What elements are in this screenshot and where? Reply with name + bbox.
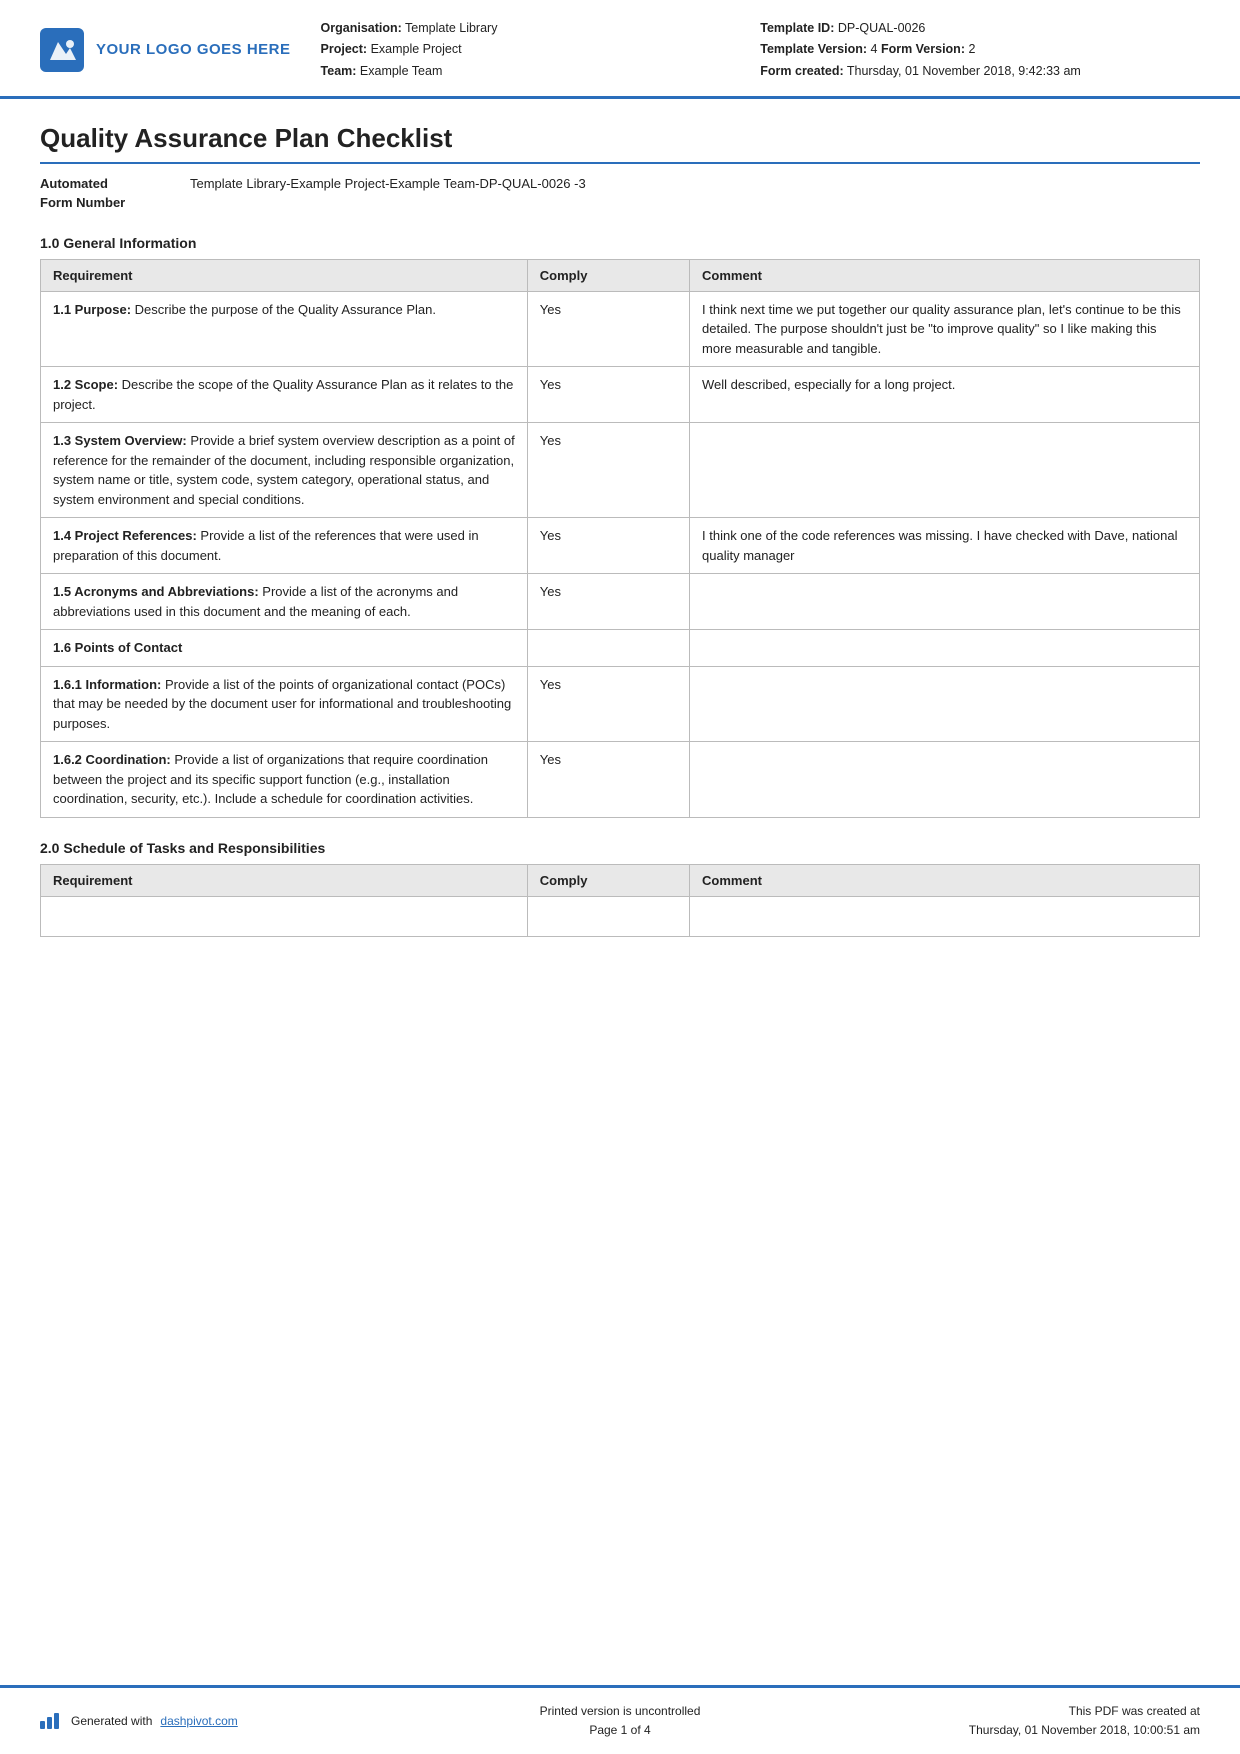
- col-header-comment: Comment: [690, 259, 1200, 291]
- col2-header-comment: Comment: [690, 864, 1200, 896]
- form-number-value: Template Library-Example Project-Example…: [190, 174, 586, 194]
- bar2: [47, 1717, 52, 1729]
- org-row: Organisation: Template Library: [321, 18, 761, 39]
- comply-cell: Yes: [527, 423, 689, 518]
- comment-cell: I think next time we put together our qu…: [690, 291, 1200, 367]
- table-row: [41, 896, 1200, 936]
- req-cell: 1.6.1 Information: Provide a list of the…: [41, 666, 528, 742]
- empty-comply: [527, 896, 689, 936]
- project-label: Project:: [321, 42, 368, 56]
- table2-header-row: Requirement Comply Comment: [41, 864, 1200, 896]
- comment-cell: [690, 630, 1200, 667]
- logo-area: YOUR LOGO GOES HERE: [40, 18, 291, 82]
- comment-cell: [690, 666, 1200, 742]
- table-row: 1.6 Points of Contact: [41, 630, 1200, 667]
- section2-table: Requirement Comply Comment: [40, 864, 1200, 937]
- team-row: Team: Example Team: [321, 61, 761, 82]
- comment-cell: [690, 742, 1200, 818]
- print-line1: Printed version is uncontrolled: [427, 1702, 814, 1721]
- section1-title: 1.0 General Information: [40, 235, 1200, 251]
- comment-cell: I think one of the code references was m…: [690, 518, 1200, 574]
- dashpivot-logo-icon: [40, 1713, 59, 1729]
- comply-cell: [527, 630, 689, 667]
- print-line2: Page 1 of 4: [427, 1721, 814, 1740]
- table-row: 1.6.1 Information: Provide a list of the…: [41, 666, 1200, 742]
- comment-cell: [690, 423, 1200, 518]
- req-cell: 1.3 System Overview: Provide a brief sys…: [41, 423, 528, 518]
- footer-left: Generated with dashpivot.com: [40, 1713, 427, 1729]
- logo-icon: [40, 28, 84, 72]
- template-id-label: Template ID:: [760, 21, 834, 35]
- comply-cell: Yes: [527, 367, 689, 423]
- comply-cell: Yes: [527, 574, 689, 630]
- generated-label: Generated with: [71, 1714, 152, 1728]
- bar1: [40, 1721, 45, 1729]
- form-number-row: AutomatedForm Number Template Library-Ex…: [40, 174, 1200, 213]
- table-row: 1.3 System Overview: Provide a brief sys…: [41, 423, 1200, 518]
- template-version-row: Template Version: 4 Form Version: 2: [760, 39, 1200, 60]
- org-value: Template Library: [405, 21, 497, 35]
- comply-cell: Yes: [527, 742, 689, 818]
- col2-header-comply: Comply: [527, 864, 689, 896]
- col-header-comply: Comply: [527, 259, 689, 291]
- template-id-row: Template ID: DP-QUAL-0026: [760, 18, 1200, 39]
- table-row: 1.4 Project References: Provide a list o…: [41, 518, 1200, 574]
- doc-title: Quality Assurance Plan Checklist: [40, 123, 1200, 164]
- comply-cell: Yes: [527, 518, 689, 574]
- req-cell: 1.1 Purpose: Describe the purpose of the…: [41, 291, 528, 367]
- section1-table: Requirement Comply Comment 1.1 Purpose: …: [40, 259, 1200, 818]
- project-row: Project: Example Project: [321, 39, 761, 60]
- table-row: 1.5 Acronyms and Abbreviations: Provide …: [41, 574, 1200, 630]
- form-created-value: Thursday, 01 November 2018, 9:42:33 am: [847, 64, 1081, 78]
- col2-header-req: Requirement: [41, 864, 528, 896]
- dashpivot-link[interactable]: dashpivot.com: [160, 1714, 237, 1728]
- header-meta-left: Organisation: Template Library Project: …: [321, 18, 761, 82]
- table-row: 1.1 Purpose: Describe the purpose of the…: [41, 291, 1200, 367]
- form-created-row: Form created: Thursday, 01 November 2018…: [760, 61, 1200, 82]
- header-meta: Organisation: Template Library Project: …: [321, 18, 1200, 82]
- org-label: Organisation:: [321, 21, 402, 35]
- req-cell: 1.2 Scope: Describe the scope of the Qua…: [41, 367, 528, 423]
- bar3: [54, 1713, 59, 1729]
- empty-req: [41, 896, 528, 936]
- req-cell: 1.5 Acronyms and Abbreviations: Provide …: [41, 574, 528, 630]
- form-number-label: AutomatedForm Number: [40, 174, 190, 213]
- page: YOUR LOGO GOES HERE Organisation: Templa…: [0, 0, 1240, 1754]
- logo-text: YOUR LOGO GOES HERE: [96, 41, 291, 59]
- comply-cell: Yes: [527, 291, 689, 367]
- comment-cell: Well described, especially for a long pr…: [690, 367, 1200, 423]
- table-header-row: Requirement Comply Comment: [41, 259, 1200, 291]
- footer-right: This PDF was created at Thursday, 01 Nov…: [813, 1702, 1200, 1740]
- table-row: 1.6.2 Coordination: Provide a list of or…: [41, 742, 1200, 818]
- header-meta-right: Template ID: DP-QUAL-0026 Template Versi…: [760, 18, 1200, 82]
- team-label: Team:: [321, 64, 357, 78]
- footer: Generated with dashpivot.com Printed ver…: [0, 1685, 1240, 1754]
- content: Quality Assurance Plan Checklist Automat…: [0, 99, 1240, 1685]
- empty-comment: [690, 896, 1200, 936]
- section2-title: 2.0 Schedule of Tasks and Responsibiliti…: [40, 840, 1200, 856]
- header: YOUR LOGO GOES HERE Organisation: Templa…: [0, 0, 1240, 99]
- footer-center: Printed version is uncontrolled Page 1 o…: [427, 1702, 814, 1740]
- table-row: 1.2 Scope: Describe the scope of the Qua…: [41, 367, 1200, 423]
- created-line2: Thursday, 01 November 2018, 10:00:51 am: [813, 1721, 1200, 1740]
- comment-cell: [690, 574, 1200, 630]
- form-version-value: 2: [968, 42, 975, 56]
- comply-cell: Yes: [527, 666, 689, 742]
- template-id-value: DP-QUAL-0026: [838, 21, 926, 35]
- template-version-label: Template Version:: [760, 42, 867, 56]
- template-version-value: 4: [871, 42, 878, 56]
- form-created-label: Form created:: [760, 64, 843, 78]
- form-version-label: Form Version:: [881, 42, 965, 56]
- team-value: Example Team: [360, 64, 442, 78]
- req-cell: 1.4 Project References: Provide a list o…: [41, 518, 528, 574]
- col-header-req: Requirement: [41, 259, 528, 291]
- req-cell: 1.6 Points of Contact: [41, 630, 528, 667]
- project-value: Example Project: [371, 42, 462, 56]
- created-line1: This PDF was created at: [813, 1702, 1200, 1721]
- req-cell: 1.6.2 Coordination: Provide a list of or…: [41, 742, 528, 818]
